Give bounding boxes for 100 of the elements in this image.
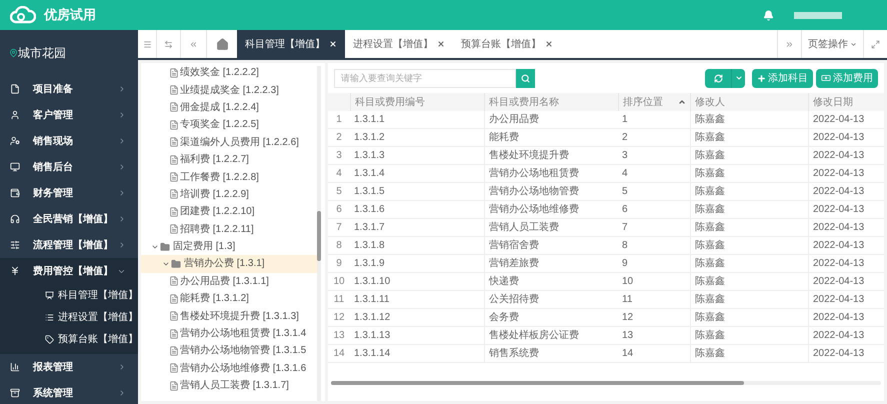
table-row[interactable]: 10 1.3.1.10 快递费 10 陈嘉鑫 2022-04-13 <box>328 273 884 291</box>
table-row[interactable]: 7 1.3.1.7 营销人员工装费 7 陈嘉鑫 2022-04-13 <box>328 219 884 237</box>
table-cell-text: 1 <box>621 113 629 127</box>
sidebar-subitem[interactable]: 科目管理【增值】 <box>0 284 138 306</box>
page-tab[interactable]: 进程设置【增值】 <box>345 30 453 58</box>
table-cell: 陈嘉鑫 <box>690 327 808 344</box>
chevron-icon <box>118 241 126 249</box>
tree-item[interactable]: 业绩提成奖金 [1.2.2.3] <box>141 81 317 99</box>
menu-icon <box>142 40 152 48</box>
chevron-icon <box>118 163 126 171</box>
table-cell: 陈嘉鑫 <box>690 129 808 146</box>
page-tab-menu[interactable]: 页签操作 <box>801 30 863 58</box>
table-cell-text: 8 <box>621 239 629 253</box>
monitor-icon <box>10 162 20 172</box>
tree-item[interactable]: 培训费 [1.2.2.9] <box>141 186 317 204</box>
table-cell-text: 1.3.1.5 <box>353 185 386 199</box>
table-row[interactable]: 9 1.3.1.9 营销差旅费 9 陈嘉鑫 2022-04-13 <box>328 255 884 273</box>
table-cell: 2022-04-13 <box>808 327 872 344</box>
tree-item[interactable]: 固定费用 [1.3] <box>141 238 317 256</box>
table-row[interactable]: 12 1.3.1.12 会务费 12 陈嘉鑫 2022-04-13 <box>328 309 884 327</box>
expand-icon <box>871 40 880 48</box>
table-row[interactable]: 11 1.3.1.11 公关招待费 11 陈嘉鑫 2022-04-13 <box>328 291 884 309</box>
tree-item[interactable]: 专项奖金 [1.2.2.5] <box>141 116 317 134</box>
table-cell: 2022-04-13 <box>808 345 872 362</box>
file-icon <box>169 189 179 200</box>
tree-item[interactable]: 渠道编外人员费用 [1.2.2.6] <box>141 134 317 151</box>
location-pin-icon <box>9 48 18 58</box>
row-number: 3 <box>335 149 343 163</box>
sidebar-item[interactable]: 全民营销【增值】 <box>0 206 138 232</box>
table-row[interactable]: 5 1.3.1.5 营销办公场地物管费 5 陈嘉鑫 2022-04-13 <box>328 183 884 201</box>
table-cell: 营销人员工装费 <box>484 219 618 236</box>
table-cell: 办公用品费 <box>484 111 618 128</box>
file-icon <box>169 224 179 234</box>
tree-item[interactable]: 营销办公场地维修费 [1.3.1.6 <box>141 360 317 378</box>
home-icon <box>216 38 228 50</box>
table-row[interactable]: 2 1.3.1.2 能耗费 2 陈嘉鑫 2022-04-13 <box>328 129 884 147</box>
table-cell-text: 12 <box>621 311 634 325</box>
page-tab[interactable]: 预算台账【增值】 <box>453 30 561 58</box>
tree-item[interactable]: 办公用品费 [1.3.1.1] <box>141 272 317 290</box>
tree-item[interactable]: 营销办公场地租赁费 [1.3.1.4 <box>141 324 317 342</box>
sidebar-item[interactable]: 项目准备 <box>0 76 138 102</box>
sidebar-item[interactable]: 销售现场 <box>0 128 138 154</box>
table-cell: 陈嘉鑫 <box>690 309 808 326</box>
table-cell: 快递费 <box>484 273 618 290</box>
table-row[interactable]: 14 1.3.1.14 销售系统费 14 陈嘉鑫 2022-04-13 <box>328 345 884 363</box>
table-cell-text: 1.3.1.13 <box>353 329 392 343</box>
tree-item[interactable]: 绩效奖金 [1.2.2.2] <box>141 64 317 82</box>
sidebar-item[interactable]: 财务管理 <box>0 180 138 206</box>
tree-item[interactable]: 招聘费 [1.2.2.11] <box>141 220 317 238</box>
tree-item[interactable]: 工作餐费 [1.2.2.8] <box>141 168 317 186</box>
dropdown-button[interactable] <box>731 68 745 88</box>
sidebar-subitem[interactable]: 进程设置【增值】 <box>0 306 138 328</box>
table-cell: 陈嘉鑫 <box>690 147 808 164</box>
tree-item[interactable]: 佣金提成 [1.2.2.4] <box>141 98 317 116</box>
tree-item[interactable]: 营销办公场地物管费 [1.3.1.5 <box>141 342 317 360</box>
sidebar-item[interactable]: 系统管理 <box>0 380 138 404</box>
close-icon[interactable] <box>437 40 445 48</box>
table-cell: 2022-04-13 <box>808 237 872 254</box>
double-chevron-left-icon <box>189 40 198 48</box>
table-row[interactable]: 8 1.3.1.8 营销宿舍费 8 陈嘉鑫 2022-04-13 <box>328 237 884 255</box>
table-row[interactable]: 3 1.3.1.3 售楼处环境提升费 3 陈嘉鑫 2022-04-13 <box>328 147 884 165</box>
sort-icon[interactable] <box>678 98 686 106</box>
tree-item[interactable]: 营销办公费 [1.3.1] <box>141 255 317 273</box>
horizontal-scrollbar[interactable] <box>331 381 881 385</box>
table-cell: 2022-04-13 <box>808 291 872 308</box>
table-row[interactable]: 1 1.3.1.1 办公用品费 1 陈嘉鑫 2022-04-13 <box>328 111 884 129</box>
table-cell: 能耗费 <box>484 129 618 146</box>
banknote-icon <box>821 73 831 83</box>
sidebar-item[interactable]: 销售后台 <box>0 154 138 180</box>
sidebar-subitem[interactable]: 预算台账【增值】 <box>0 328 138 350</box>
project-name[interactable]: 城市花园 <box>18 44 66 62</box>
user-gear-icon <box>10 136 20 146</box>
sidebar-item[interactable]: 流程管理【增值】 <box>0 232 138 258</box>
row-number: 2 <box>335 131 343 145</box>
table-cell: 2022-04-13 <box>808 219 872 236</box>
refresh-button[interactable] <box>705 68 731 88</box>
table-cell: 2022-04-13 <box>808 147 872 164</box>
tree-item[interactable]: 营销人员工装费 [1.3.1.7] <box>141 377 317 394</box>
swap-arrows-icon <box>164 40 173 48</box>
close-icon[interactable] <box>545 40 553 48</box>
tree-item[interactable]: 能耗费 [1.3.1.2] <box>141 290 317 308</box>
tree-item[interactable]: 福利费 [1.2.2.7] <box>141 150 317 168</box>
table-row[interactable]: 13 1.3.1.13 售楼处样板房公证费 13 陈嘉鑫 2022-04-13 <box>328 327 884 345</box>
tree-item[interactable]: 团建费 [1.2.2.10] <box>141 203 317 221</box>
bell-icon[interactable] <box>763 10 774 20</box>
search-button[interactable] <box>516 68 535 88</box>
page-tab[interactable]: 科目管理【增值】 <box>237 30 345 58</box>
plus-icon <box>757 74 766 82</box>
table-cell: 售楼处样板房公证费 <box>484 327 618 344</box>
table-row[interactable]: 4 1.3.1.4 营销办公场地租赁费 4 陈嘉鑫 2022-04-13 <box>328 165 884 183</box>
row-number: 4 <box>335 167 343 181</box>
sidebar-item[interactable]: 客户管理 <box>0 102 138 128</box>
tree-item[interactable]: 售楼处环境提升费 [1.3.1.3] <box>141 307 317 325</box>
table-cell: 陈嘉鑫 <box>690 237 808 254</box>
file-icon <box>169 363 179 374</box>
sidebar-item[interactable]: 报表管理 <box>0 354 138 380</box>
sidebar-item[interactable]: 费用管控【增值】 <box>0 258 138 284</box>
table-row[interactable]: 6 1.3.1.6 营销办公场地维修费 6 陈嘉鑫 2022-04-13 <box>328 201 884 219</box>
file-icon <box>169 120 179 130</box>
search-field[interactable]: 请输入要查询关键字 <box>334 68 516 88</box>
